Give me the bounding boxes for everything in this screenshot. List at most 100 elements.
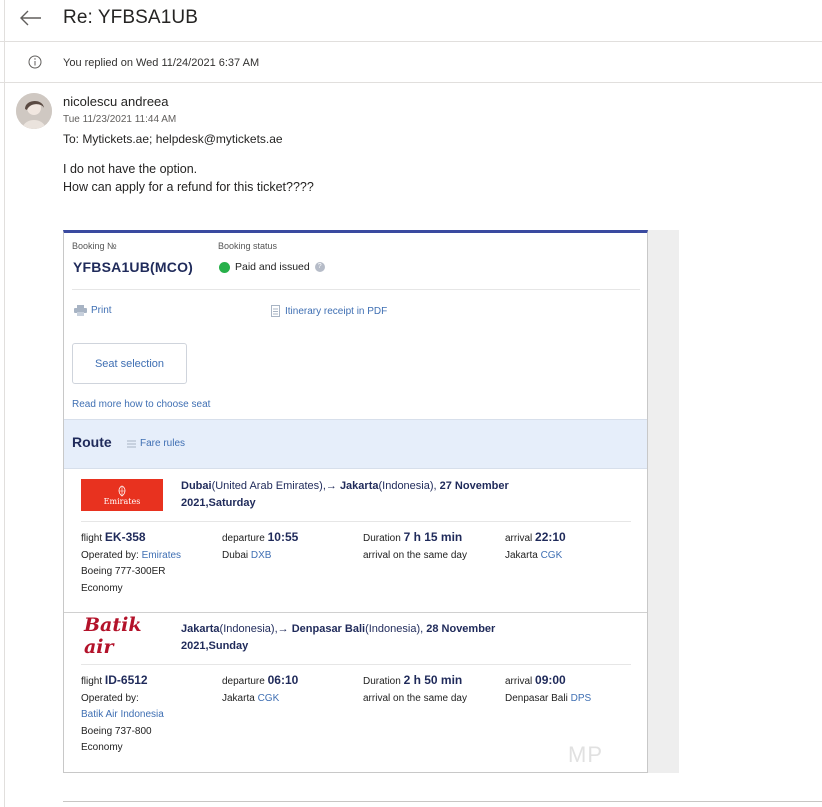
departure-airport-code: CGK <box>257 692 280 704</box>
arrival-city: Denpasar Bali <box>505 692 571 704</box>
segment-date: 28 November <box>426 623 496 635</box>
arrival-airport-code: DPS <box>570 692 592 704</box>
aircraft: Boeing 777-300ER <box>81 566 166 577</box>
departure-time: 06:10 <box>267 673 299 687</box>
print-label: Print <box>91 305 112 316</box>
avatar[interactable] <box>16 93 52 129</box>
flight-number: ID-6512 <box>104 673 148 687</box>
cabin-class: Economy <box>81 742 123 753</box>
segment-date: 27 November <box>439 480 509 492</box>
booking-number-label: Booking № <box>72 241 117 251</box>
fare-rules-label: Fare rules <box>140 438 186 449</box>
segment-to: Jakarta <box>339 480 379 492</box>
help-icon: ? <box>314 262 325 272</box>
document-icon <box>271 305 280 317</box>
itinerary-receipt-label: Itinerary receipt in PDF <box>285 305 388 317</box>
booking-number: YFBSA1UB(MCO) <box>73 259 194 275</box>
body-line: I do not have the option. <box>63 162 198 176</box>
seat-selection-button: Seat selection <box>72 343 187 384</box>
duration: 7 h 15 min <box>403 530 463 544</box>
emirates-logo-text: Emirates <box>103 496 141 506</box>
flight-number: EK-358 <box>104 530 146 544</box>
route-title: Route <box>72 434 112 450</box>
booking-status: Paid and issued ? <box>219 261 325 273</box>
arrival-city: Jakarta <box>505 549 541 561</box>
replied-text: You replied on Wed 11/24/2021 6:37 AM <box>63 57 260 69</box>
arrival-note: arrival on the same day <box>363 692 467 704</box>
segment-from-country: (United Arab Emirates),→ <box>211 480 340 492</box>
operator-link: Batik Air Indonesia <box>81 709 164 720</box>
flight-label: flight <box>81 533 105 544</box>
back-button[interactable] <box>18 6 44 30</box>
arrival-time: 22:10 <box>535 530 566 544</box>
watermark: MP <box>568 742 603 767</box>
arrival-label: arrival <box>505 533 536 544</box>
arrow-left-icon <box>20 10 41 26</box>
printer-icon <box>74 305 87 316</box>
avatar-photo-icon <box>16 93 52 129</box>
segment-title: Dubai(United Arab Emirates),→ Jakarta(In… <box>181 478 561 512</box>
segment-from: Dubai <box>181 480 212 492</box>
list-icon <box>127 440 136 447</box>
segment-from-country: (Indonesia),→ <box>219 623 292 635</box>
segment-from: Jakarta <box>181 623 220 635</box>
status-dot-icon <box>219 261 230 273</box>
message-subject: Re: YFBSA1UB <box>63 7 198 28</box>
departure-info: departure 10:55 Dubai DXB <box>222 529 298 564</box>
departure-time: 10:55 <box>267 530 299 544</box>
reading-pane-border <box>4 0 5 807</box>
segment-to: Denpasar Bali <box>291 623 366 635</box>
message-body: I do not have the option. How can apply … <box>63 160 314 196</box>
segment-title: Jakarta(Indonesia),→ Denpasar Bali(Indon… <box>181 621 561 655</box>
operator-link: Emirates <box>141 549 182 561</box>
batik-air-logo: Batik air <box>84 614 142 658</box>
sender-name[interactable]: nicolescu andreea <box>63 94 169 109</box>
flight-info: flight ID-6512 Operated by: Batik Air In… <box>81 672 164 757</box>
message-footer-divider <box>63 801 822 802</box>
departure-city: Dubai <box>222 549 251 561</box>
segment-divider <box>64 612 647 613</box>
info-icon <box>28 55 42 69</box>
booking-status-label: Booking status <box>218 241 278 251</box>
fare-rules-link: Fare rules <box>127 438 185 449</box>
duration-info: Duration 7 h 15 min arrival on the same … <box>363 529 467 564</box>
booking-status-value: Paid and issued <box>235 261 310 273</box>
recipients-line: To: Mytickets.ae; helpdesk@mytickets.ae <box>63 132 283 146</box>
duration: 2 h 50 min <box>403 673 463 687</box>
departure-airport-code: DXB <box>250 549 272 561</box>
segment-day: 2021,Sunday <box>181 640 249 652</box>
divider <box>81 521 631 522</box>
body-line: How can apply for a refund for this tick… <box>63 180 314 194</box>
divider <box>72 289 640 290</box>
arrival-info: arrival 22:10 Jakarta CGK <box>505 529 566 564</box>
flight-info: flight EK-358 Operated by: Emirates Boei… <box>81 529 181 597</box>
replied-info-bar: You replied on Wed 11/24/2021 6:37 AM <box>0 43 822 83</box>
segment-to-country: (Indonesia), <box>365 623 427 635</box>
duration-info: Duration 2 h 50 min arrival on the same … <box>363 672 467 707</box>
departure-info: departure 06:10 Jakarta CGK <box>222 672 298 707</box>
sent-date: Tue 11/23/2021 11:44 AM <box>63 114 177 125</box>
emirates-emblem-icon <box>118 485 126 497</box>
arrival-label: arrival <box>505 676 536 687</box>
cabin-class: Economy <box>81 582 123 594</box>
arrival-airport-code: CGK <box>540 549 563 561</box>
arrival-info: arrival 09:00 Denpasar Bali DPS <box>505 672 591 707</box>
emirates-logo: Emirates <box>81 479 163 511</box>
duration-label: Duration <box>363 533 404 544</box>
screenshot-gray-strip <box>647 230 679 773</box>
itinerary-receipt-link: Itinerary receipt in PDF <box>271 305 387 317</box>
departure-label: departure <box>222 676 268 687</box>
segment-to-country: (Indonesia), <box>378 480 440 492</box>
operated-label: Operated by: <box>81 549 142 561</box>
aircraft: Boeing 737-800 <box>81 725 152 737</box>
operated-label: Operated by: <box>81 692 139 704</box>
arrival-time: 09:00 <box>535 673 566 687</box>
message-header: Re: YFBSA1UB <box>0 0 822 42</box>
departure-label: departure <box>222 533 268 544</box>
divider <box>81 664 631 665</box>
read-more-link: Read more how to choose seat <box>72 399 211 410</box>
segment-day: 2021,Saturday <box>181 497 256 509</box>
departure-city: Jakarta <box>222 692 258 704</box>
print-link: Print <box>74 305 112 316</box>
duration-label: Duration <box>363 676 404 687</box>
